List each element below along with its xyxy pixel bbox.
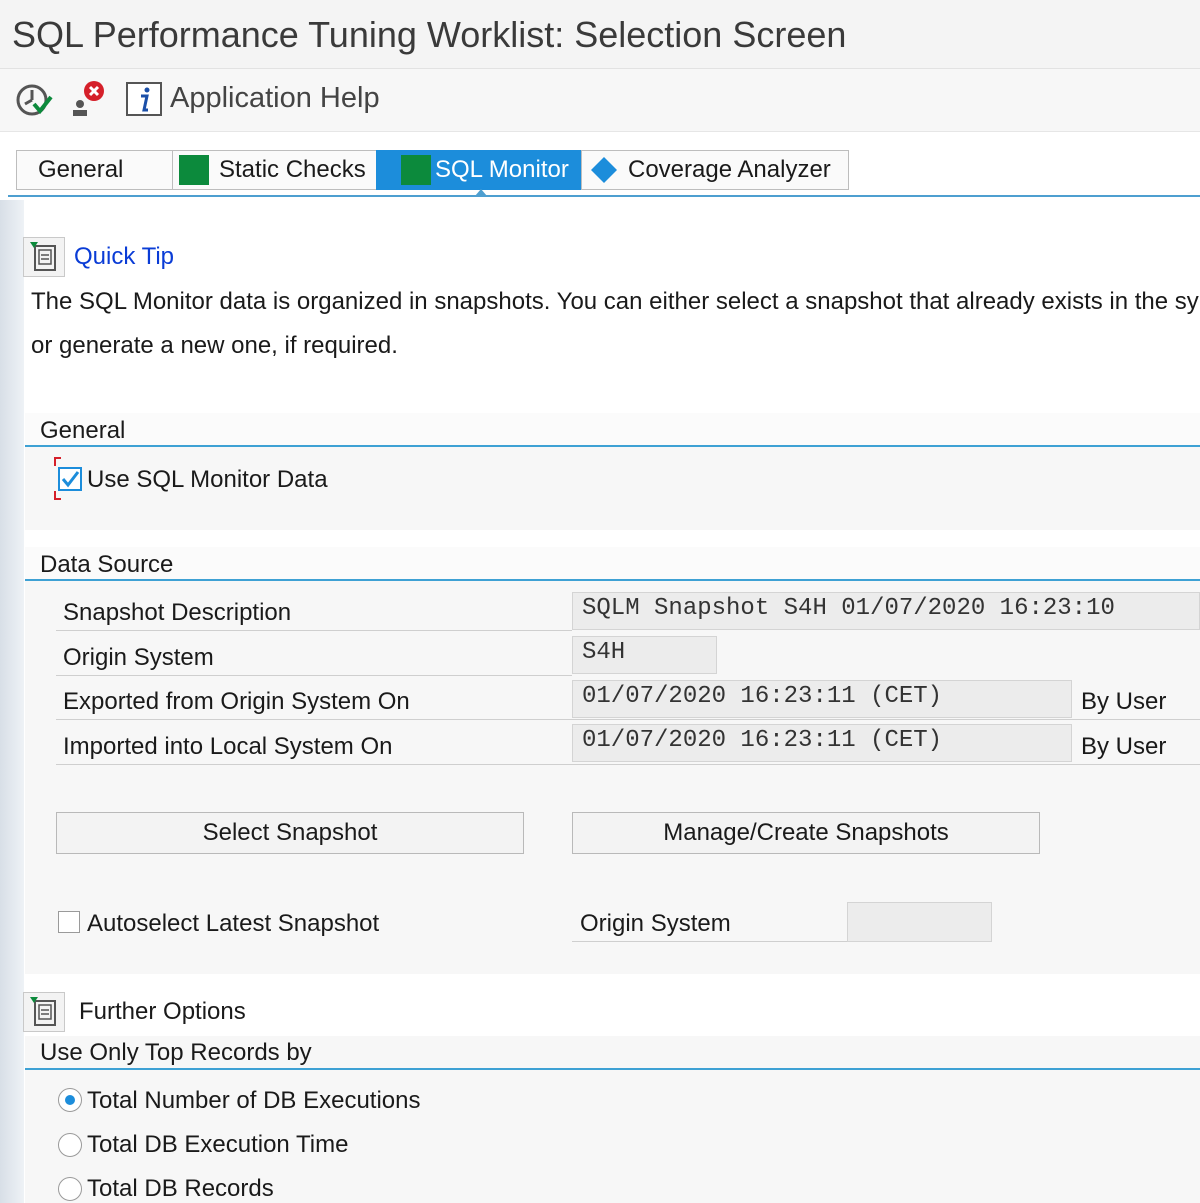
- green-status-icon: [179, 155, 209, 185]
- exported-on-label: Exported from Origin System On: [63, 688, 410, 715]
- general-section-title: General: [40, 417, 126, 444]
- quick-tip-link[interactable]: Quick Tip: [74, 243, 174, 271]
- origin-system-filter-input[interactable]: [847, 902, 992, 942]
- quick-tip-text-line1: The SQL Monitor data is organized in sna…: [31, 288, 1199, 315]
- radio-total-db-execution-time[interactable]: [58, 1133, 82, 1157]
- blue-diamond-icon: [591, 157, 617, 183]
- origin-system-label: Origin System: [63, 644, 214, 671]
- info-icon[interactable]: [126, 82, 162, 121]
- application-help-button[interactable]: Application Help: [170, 82, 380, 115]
- top-records-section-title: Use Only Top Records by: [40, 1039, 312, 1066]
- use-sql-monitor-checkbox[interactable]: [58, 467, 82, 491]
- data-source-section-title: Data Source: [40, 551, 174, 578]
- tab-static-checks-label: Static Checks: [219, 156, 366, 183]
- imported-on-label: Imported into Local System On: [63, 733, 393, 760]
- row-divider: [56, 630, 572, 631]
- origin-system-filter-label: Origin System: [580, 910, 731, 937]
- tab-coverage-analyzer-label: Coverage Analyzer: [628, 156, 831, 183]
- quick-tip-toggle-icon[interactable]: [23, 237, 65, 277]
- snapshot-description-label: Snapshot Description: [63, 599, 292, 626]
- checkmark-icon: [61, 471, 80, 488]
- tab-sql-monitor-label: SQL Monitor: [435, 156, 569, 183]
- radio-total-db-executions-label: Total Number of DB Executions: [87, 1087, 421, 1114]
- autoselect-latest-snapshot-checkbox[interactable]: [58, 911, 80, 933]
- imported-by-label: By User: [1081, 733, 1167, 760]
- snapshot-description-field: SQLM Snapshot S4H 01/07/2020 16:23:10: [572, 592, 1200, 630]
- tab-coverage-analyzer[interactable]: Coverage Analyzer: [581, 150, 849, 190]
- execute-clock-icon[interactable]: [14, 80, 54, 125]
- radio-total-db-execution-time-label: Total DB Execution Time: [87, 1131, 349, 1158]
- row-divider: [56, 675, 572, 676]
- tab-sql-monitor[interactable]: SQL Monitor: [376, 150, 582, 190]
- further-options-label[interactable]: Further Options: [79, 998, 246, 1026]
- origin-system-field: S4H: [572, 636, 717, 674]
- imported-on-field: 01/07/2020 16:23:11 (CET): [572, 724, 1072, 762]
- radio-selected-dot: [65, 1095, 75, 1105]
- select-snapshot-button[interactable]: Select Snapshot: [56, 812, 524, 854]
- manage-create-snapshots-button[interactable]: Manage/Create Snapshots: [572, 812, 1040, 854]
- row-divider: [572, 941, 848, 942]
- autoselect-latest-snapshot-label: Autoselect Latest Snapshot: [87, 910, 380, 937]
- page-title: SQL Performance Tuning Worklist: Selecti…: [12, 14, 847, 55]
- general-section-header: [25, 413, 1200, 447]
- radio-total-db-executions[interactable]: [58, 1088, 82, 1112]
- tab-general[interactable]: General: [16, 150, 173, 190]
- tab-static-checks[interactable]: Static Checks: [172, 150, 377, 190]
- radio-total-db-records[interactable]: [58, 1177, 82, 1201]
- row-divider: [56, 719, 1200, 720]
- data-source-section-header: [25, 547, 1200, 581]
- row-divider: [56, 764, 1200, 765]
- user-remove-icon[interactable]: [68, 80, 108, 125]
- tab-strip-divider: [8, 195, 1200, 197]
- exported-on-field: 01/07/2020 16:23:11 (CET): [572, 680, 1072, 718]
- green-status-icon: [401, 155, 431, 185]
- tab-general-label: General: [38, 156, 124, 183]
- further-options-toggle-icon[interactable]: [23, 992, 65, 1032]
- radio-total-db-records-label: Total DB Records: [87, 1175, 274, 1202]
- exported-by-label: By User: [1081, 688, 1167, 715]
- left-edge-gradient: [0, 200, 24, 1203]
- quick-tip-text-line2: or generate a new one, if required.: [31, 332, 398, 359]
- use-sql-monitor-label: Use SQL Monitor Data: [87, 466, 328, 493]
- active-tab-indicator: [475, 189, 487, 196]
